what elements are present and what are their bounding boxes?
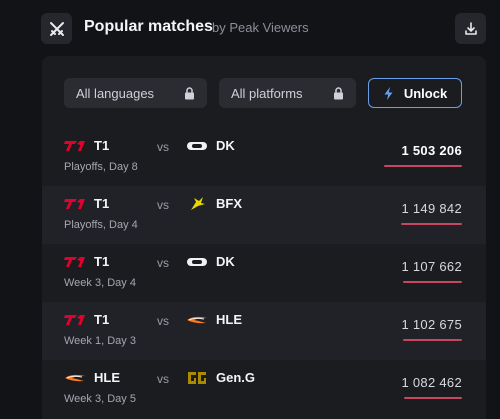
vs-label: vs bbox=[157, 256, 169, 270]
vs-label: vs bbox=[157, 372, 169, 386]
match-stage: Playoffs, Day 8 bbox=[64, 161, 138, 173]
hle-logo-icon bbox=[186, 313, 208, 327]
team1-name: T1 bbox=[94, 138, 110, 153]
team2-name: BFX bbox=[216, 196, 242, 211]
match-row[interactable]: T1 vs DK Playoffs, Day 8 1 503 206 bbox=[42, 128, 486, 186]
header: Popular matches by Peak Viewers bbox=[0, 0, 500, 56]
team2-name: DK bbox=[216, 254, 235, 269]
filter-bar: All languages All platforms Unlock bbox=[42, 56, 486, 124]
peak-viewers: 1 082 462 bbox=[401, 375, 462, 390]
viewers-bar bbox=[384, 165, 462, 167]
gen-g-logo-icon bbox=[186, 371, 208, 385]
unlock-label: Unlock bbox=[403, 85, 448, 101]
lightning-icon bbox=[384, 86, 393, 100]
team1: T1 bbox=[64, 138, 109, 153]
t1-logo-icon bbox=[64, 313, 86, 327]
team1-name: HLE bbox=[94, 370, 120, 385]
team2-name: HLE bbox=[216, 312, 242, 327]
viewers-bar bbox=[400, 223, 462, 225]
platform-filter[interactable]: All platforms bbox=[219, 78, 356, 108]
dk-logo-icon bbox=[186, 139, 208, 153]
language-filter-label: All languages bbox=[76, 85, 155, 101]
team1: T1 bbox=[64, 254, 109, 269]
crossed-swords-icon bbox=[41, 13, 72, 44]
matches-list: T1 vs DK Playoffs, Day 8 1 503 206 T1 vs bbox=[42, 128, 486, 418]
language-filter[interactable]: All languages bbox=[64, 78, 207, 108]
download-icon bbox=[464, 21, 477, 35]
page-title: Popular matches bbox=[84, 18, 213, 35]
team1: HLE bbox=[64, 370, 120, 385]
team2: Gen.G bbox=[186, 370, 255, 385]
team1-name: T1 bbox=[94, 312, 110, 327]
peak-viewers: 1 149 842 bbox=[401, 201, 462, 216]
match-stage: Week 3, Day 5 bbox=[64, 393, 136, 405]
vs-label: vs bbox=[157, 140, 169, 154]
download-button[interactable] bbox=[455, 13, 486, 44]
team2: DK bbox=[186, 254, 235, 269]
platform-filter-label: All platforms bbox=[231, 85, 303, 101]
lock-icon bbox=[334, 86, 343, 99]
team2-name: Gen.G bbox=[216, 370, 256, 385]
lock-icon bbox=[185, 86, 194, 99]
team1-name: T1 bbox=[94, 254, 110, 269]
match-row[interactable]: HLE vs Gen.G Week 3, Day 5 1 082 462 bbox=[42, 360, 486, 418]
hle-logo-icon bbox=[64, 371, 86, 385]
viewers-bar bbox=[404, 397, 462, 399]
match-stage: Week 1, Day 3 bbox=[64, 335, 136, 347]
vs-label: vs bbox=[157, 314, 169, 328]
team1: T1 bbox=[64, 196, 109, 211]
team2-name: DK bbox=[216, 138, 235, 153]
page-subtitle: by Peak Viewers bbox=[212, 20, 309, 35]
peak-viewers: 1 102 675 bbox=[401, 317, 462, 332]
viewers-bar bbox=[403, 339, 462, 341]
team1-name: T1 bbox=[94, 196, 110, 211]
unlock-button[interactable]: Unlock bbox=[368, 78, 462, 108]
vs-label: vs bbox=[157, 198, 169, 212]
matches-panel: All languages All platforms Unlock T1 vs… bbox=[42, 56, 486, 419]
dk-logo-icon bbox=[186, 255, 208, 269]
team2: DK bbox=[186, 138, 235, 153]
peak-viewers: 1 503 206 bbox=[401, 143, 462, 158]
viewers-bar bbox=[402, 281, 462, 283]
t1-logo-icon bbox=[64, 255, 86, 269]
match-row[interactable]: T1 vs DK Week 3, Day 4 1 107 662 bbox=[42, 244, 486, 302]
match-row[interactable]: T1 vs BFX Playoffs, Day 4 1 149 842 bbox=[42, 186, 486, 244]
match-stage: Week 3, Day 4 bbox=[64, 277, 136, 289]
team2: BFX bbox=[186, 196, 242, 211]
team2: HLE bbox=[186, 312, 242, 327]
t1-logo-icon bbox=[64, 139, 86, 153]
t1-logo-icon bbox=[64, 197, 86, 211]
peak-viewers: 1 107 662 bbox=[401, 259, 462, 274]
match-row[interactable]: T1 vs HLE Week 1, Day 3 1 102 675 bbox=[42, 302, 486, 360]
bfx-logo-icon bbox=[186, 196, 208, 211]
match-stage: Playoffs, Day 4 bbox=[64, 219, 138, 231]
team1: T1 bbox=[64, 312, 109, 327]
